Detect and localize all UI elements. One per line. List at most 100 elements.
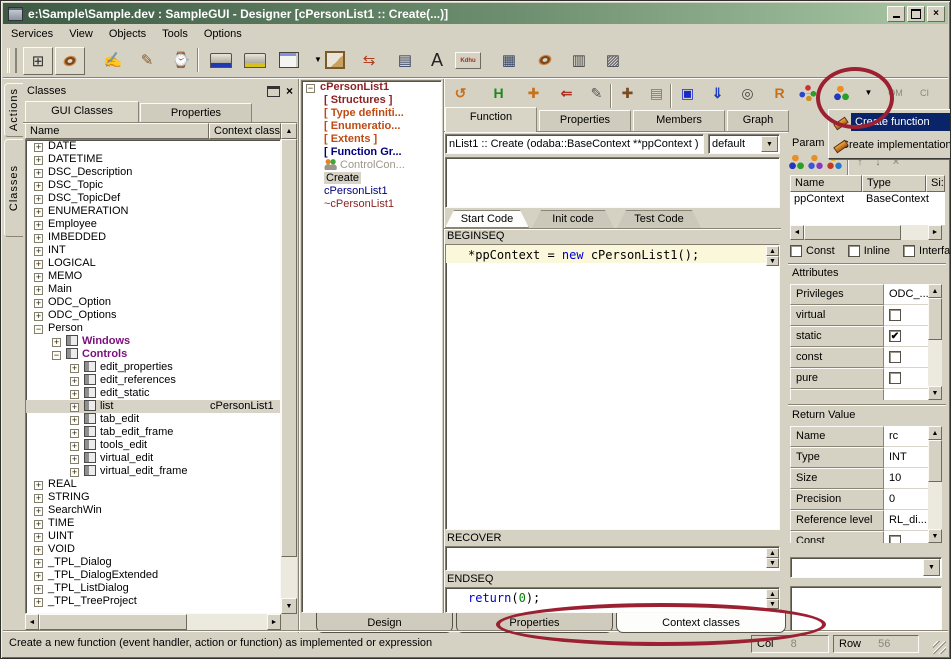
expand-icon[interactable]: + — [34, 546, 43, 555]
endseq-code-editor[interactable]: return(0); — [445, 587, 780, 613]
list-view-icon[interactable]: ▤ — [391, 47, 419, 73]
expand-icon[interactable]: + — [34, 273, 43, 282]
tree-item-list[interactable]: +listcPersonList1 — [26, 400, 280, 413]
attribute-value-cell[interactable]: ✔ — [884, 326, 928, 347]
tree-item-controls[interactable]: −Controls — [26, 348, 280, 361]
check-source-icon[interactable]: ◎ — [735, 81, 760, 105]
param-col-name[interactable]: Name — [790, 175, 862, 192]
tree-item-_tpl_treeproject[interactable]: +_TPL_TreeProject — [26, 595, 280, 608]
expand-icon[interactable]: + — [34, 247, 43, 256]
tab-function[interactable]: Function — [445, 107, 537, 132]
tab-test-code[interactable]: Test Code — [617, 210, 701, 228]
expand-icon[interactable]: + — [34, 494, 43, 503]
stopwatch-icon[interactable]: ⌚ — [167, 47, 195, 73]
tab-init-code[interactable]: Init code — [532, 210, 614, 228]
column-header-name[interactable]: Name — [25, 123, 209, 139]
table-grid-icon[interactable]: ▦ — [495, 47, 523, 73]
scroll-right-icon[interactable]: ► — [928, 225, 942, 240]
const-checkbox[interactable] — [790, 245, 802, 257]
title-bar[interactable]: e:\Sample\Sample.dev : SampleGUI - Desig… — [3, 3, 948, 24]
expand-icon[interactable]: + — [34, 169, 43, 178]
tree-item-virtual_edit_frame[interactable]: +virtual_edit_frame — [26, 465, 280, 478]
panel-divider-1[interactable] — [298, 79, 300, 633]
return-label-cell[interactable]: Name — [790, 426, 884, 447]
pure-checkbox[interactable] — [889, 372, 901, 384]
expand-icon[interactable]: + — [34, 572, 43, 581]
edit-source-icon[interactable]: ✎ — [584, 81, 609, 105]
add-parameter-icon[interactable]: ✚ — [615, 81, 640, 105]
spin-up-icon[interactable]: ▲ — [766, 589, 779, 599]
scroll-left-icon[interactable]: ◄ — [790, 225, 804, 240]
open-drawer-icon[interactable] — [207, 47, 235, 73]
tab-properties[interactable]: Properties — [456, 613, 613, 633]
virtual-checkbox[interactable] — [889, 309, 901, 321]
object-tree-item--enumeratio-[interactable]: [ Enumeratio... — [302, 120, 441, 133]
static-checkbox[interactable]: ✔ — [889, 330, 901, 342]
new-parameter-icon[interactable] — [788, 154, 806, 171]
tree-item-tab_edit[interactable]: +tab_edit — [26, 413, 280, 426]
tab-members[interactable]: Members — [633, 110, 725, 132]
expand-icon[interactable]: + — [34, 312, 43, 321]
resize-grip[interactable] — [933, 641, 946, 654]
return-label-cell[interactable]: Const — [790, 531, 884, 543]
insert-parameter-icon[interactable] — [807, 154, 825, 171]
edit-document-icon[interactable]: ✎ — [133, 47, 161, 73]
tree-item-string[interactable]: +STRING — [26, 491, 280, 504]
om-function-icon[interactable]: OM — [883, 81, 908, 105]
tree-item-real[interactable]: +REAL — [26, 478, 280, 491]
tree-item-virtual_edit[interactable]: +virtual_edit — [26, 452, 280, 465]
return-value-cell[interactable] — [884, 531, 928, 543]
variant-combo[interactable]: default ▼ — [708, 134, 780, 154]
tree-item-tools_edit[interactable]: +tools_edit — [26, 439, 280, 452]
tree-item-dsc_description[interactable]: +DSC_Description — [26, 166, 280, 179]
object-tree-item--cpersonlist1[interactable]: ~cPersonList1 — [302, 198, 441, 211]
param-hscroll-thumb[interactable] — [804, 225, 901, 240]
expand-icon[interactable]: + — [70, 364, 79, 373]
expand-icon[interactable]: + — [34, 195, 43, 204]
server-icon[interactable]: ▥ — [565, 47, 593, 73]
tab-properties[interactable]: Properties — [539, 110, 631, 132]
scroll-right-icon[interactable]: ► — [267, 614, 281, 630]
expand-icon[interactable]: + — [34, 520, 43, 529]
expand-icon[interactable]: + — [34, 208, 43, 217]
menu-objects[interactable]: Objects — [101, 26, 154, 42]
start-code-editor[interactable]: *ppContext = new cPersonList1(); — [445, 244, 780, 530]
attribute-label-cell[interactable]: virtual — [790, 305, 884, 326]
minimize-button[interactable] — [887, 6, 905, 22]
tree-item-windows[interactable]: +Windows — [26, 335, 280, 348]
tree-item-time[interactable]: +TIME — [26, 517, 280, 530]
return-value-cell[interactable]: 0 — [884, 489, 928, 510]
menu-services[interactable]: Services — [3, 26, 61, 42]
recover-code-editor[interactable] — [445, 546, 780, 571]
expand-icon[interactable]: + — [34, 481, 43, 490]
classes-hscroll-thumb[interactable] — [39, 614, 187, 630]
expand-icon[interactable]: + — [34, 299, 43, 308]
attribute-label-cell[interactable]: pure — [790, 368, 884, 389]
expand-icon[interactable]: + — [70, 429, 79, 438]
add-structure-icon[interactable]: ✚ — [521, 81, 546, 105]
menu-options[interactable]: Options — [196, 26, 250, 42]
rename-icon[interactable]: R — [767, 81, 792, 105]
export-source-icon[interactable]: ⇓ — [705, 81, 730, 105]
expand-icon[interactable]: + — [70, 442, 79, 451]
tree-item-enumeration[interactable]: +ENUMERATION — [26, 205, 280, 218]
window-grid-icon[interactable]: ▨ — [599, 47, 627, 73]
tree-item-employee[interactable]: +Employee — [26, 218, 280, 231]
scroll-up-icon[interactable]: ▲ — [281, 123, 297, 139]
return-value-cell[interactable]: 10 — [884, 468, 928, 489]
column-header-context-class[interactable]: Context class — [209, 123, 281, 139]
spin-down-icon[interactable]: ▼ — [766, 256, 779, 266]
param-col-type[interactable]: Type — [862, 175, 926, 192]
tree-item-person[interactable]: −Person — [26, 322, 280, 335]
tree-item-main[interactable]: +Main — [26, 283, 280, 296]
tab-context-classes[interactable]: Context classes — [616, 613, 786, 633]
tree-item-logical[interactable]: +LOGICAL — [26, 257, 280, 270]
close-button[interactable]: × — [927, 6, 945, 22]
expand-icon[interactable]: + — [34, 260, 43, 269]
param-row-ppcontext[interactable]: ppContextBaseContext — [790, 192, 945, 207]
window-list-icon[interactable] — [275, 47, 303, 73]
store-drawer-icon[interactable] — [241, 47, 269, 73]
expand-icon[interactable]: + — [52, 338, 61, 347]
tree-item-tab_edit_frame[interactable]: +tab_edit_frame — [26, 426, 280, 439]
scroll-down-icon[interactable]: ▼ — [928, 529, 942, 543]
